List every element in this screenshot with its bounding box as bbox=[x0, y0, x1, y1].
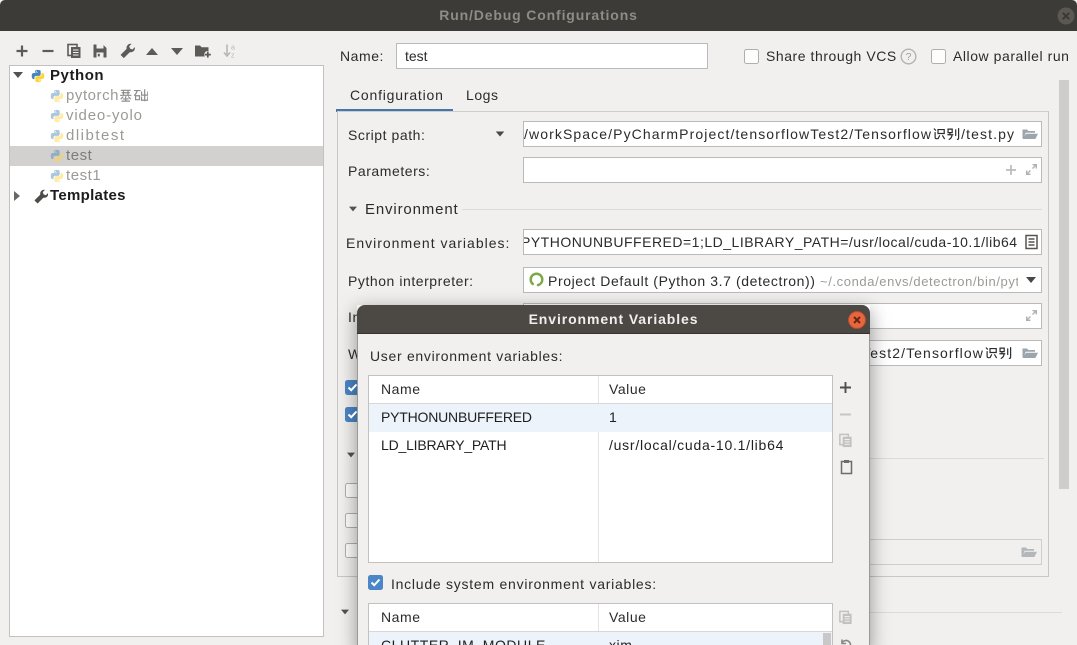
svg-text:a: a bbox=[231, 45, 235, 52]
svg-text:z: z bbox=[231, 53, 235, 60]
svg-text:?: ? bbox=[906, 51, 912, 63]
